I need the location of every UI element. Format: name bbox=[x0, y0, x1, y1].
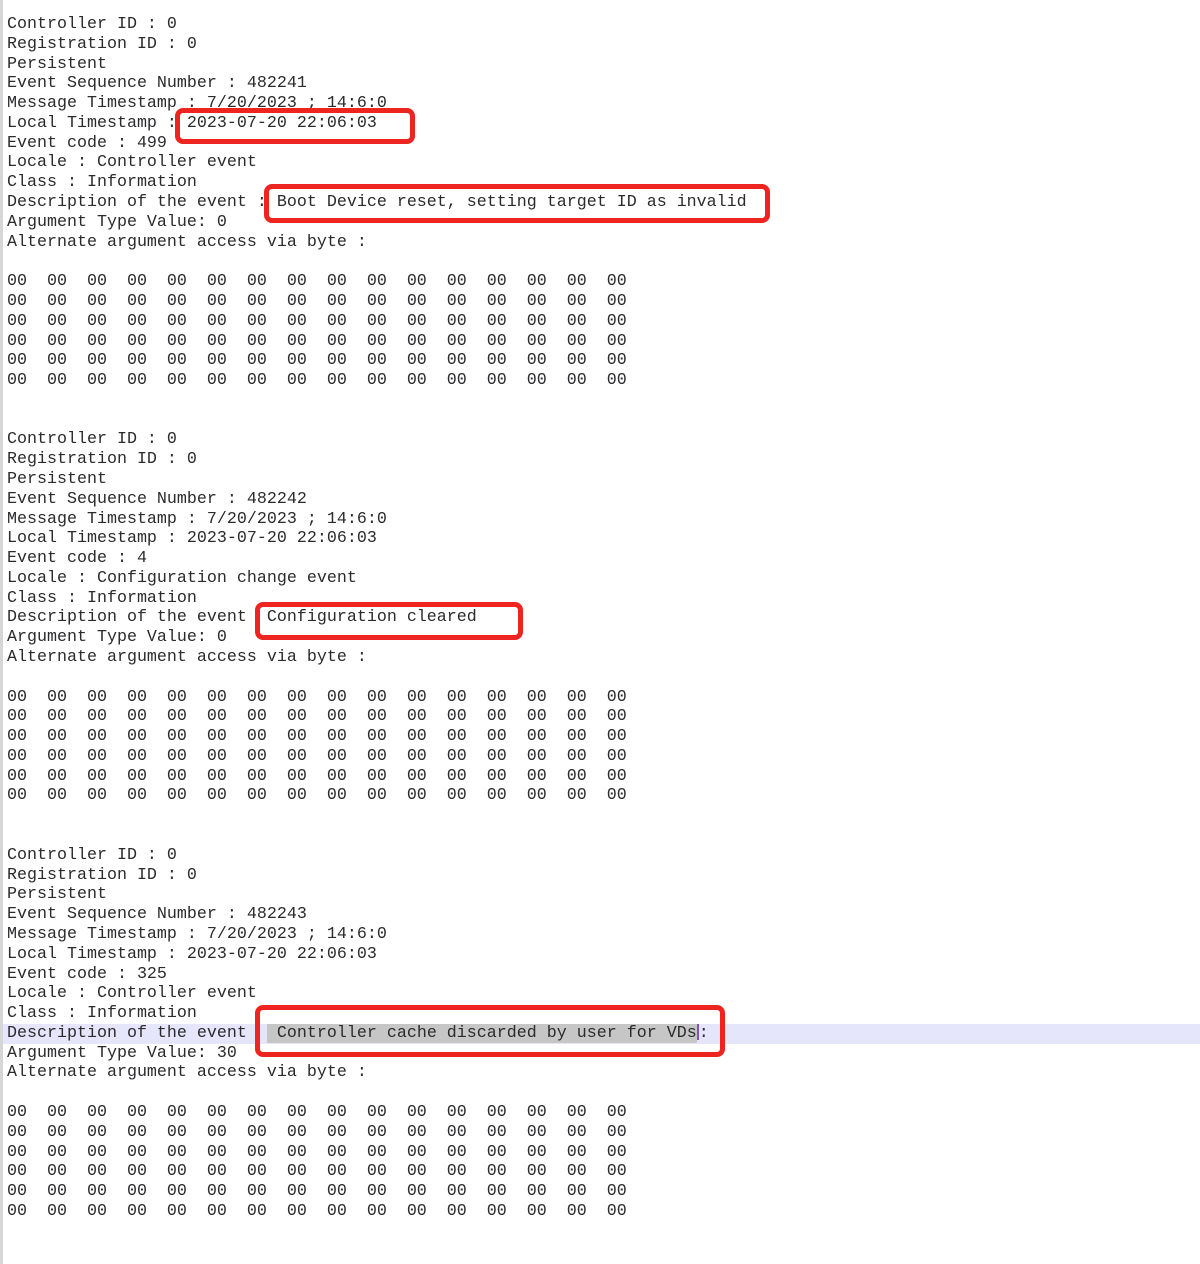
hex-row: 00 00 00 00 00 00 00 00 00 00 00 00 00 0… bbox=[0, 1103, 1200, 1123]
log-line: Message Timestamp : 7/20/2023 ; 14:6:0 bbox=[0, 94, 1200, 114]
log-line: Argument Type Value: 0 bbox=[0, 628, 1200, 648]
log-line: Registration ID : 0 bbox=[0, 450, 1200, 470]
blank-line bbox=[0, 668, 1200, 688]
log-line: Persistent bbox=[0, 55, 1200, 75]
hex-row: 00 00 00 00 00 00 00 00 00 00 00 00 00 0… bbox=[0, 1143, 1200, 1163]
log-line: Locale : Configuration change event bbox=[0, 569, 1200, 589]
log-line: Registration ID : 0 bbox=[0, 35, 1200, 55]
log-line: Controller ID : 0 bbox=[0, 846, 1200, 866]
hex-row: 00 00 00 00 00 00 00 00 00 00 00 00 00 0… bbox=[0, 1123, 1200, 1143]
event-log-text[interactable]: Controller ID : 0Registration ID : 0Pers… bbox=[0, 15, 1200, 1261]
log-line: Controller ID : 0 bbox=[0, 15, 1200, 35]
blank-line bbox=[0, 391, 1200, 411]
log-line: Alternate argument access via byte : bbox=[0, 233, 1200, 253]
hex-row: 00 00 00 00 00 00 00 00 00 00 00 00 00 0… bbox=[0, 351, 1200, 371]
log-line: Persistent bbox=[0, 885, 1200, 905]
hex-row: 00 00 00 00 00 00 00 00 00 00 00 00 00 0… bbox=[0, 272, 1200, 292]
log-line: Event Sequence Number : 482242 bbox=[0, 490, 1200, 510]
log-line: Event code : 325 bbox=[0, 965, 1200, 985]
event-log-page: Controller ID : 0Registration ID : 0Pers… bbox=[0, 0, 1200, 1264]
log-line: Controller ID : 0 bbox=[0, 430, 1200, 450]
log-line: Alternate argument access via byte : bbox=[0, 1063, 1200, 1083]
description-selected-line: Description of the event Controller cach… bbox=[0, 1024, 1200, 1044]
log-line: Event code : 4 bbox=[0, 549, 1200, 569]
blank-line bbox=[0, 1222, 1200, 1242]
blank-line bbox=[0, 1083, 1200, 1103]
blank-line bbox=[0, 1241, 1200, 1261]
window-left-edge bbox=[0, 0, 3, 1264]
log-line-text: : bbox=[699, 1024, 709, 1043]
hex-row: 00 00 00 00 00 00 00 00 00 00 00 00 00 0… bbox=[0, 292, 1200, 312]
hex-row: 00 00 00 00 00 00 00 00 00 00 00 00 00 0… bbox=[0, 688, 1200, 708]
hex-row: 00 00 00 00 00 00 00 00 00 00 00 00 00 0… bbox=[0, 786, 1200, 806]
hex-row: 00 00 00 00 00 00 00 00 00 00 00 00 00 0… bbox=[0, 312, 1200, 332]
hex-row: 00 00 00 00 00 00 00 00 00 00 00 00 00 0… bbox=[0, 707, 1200, 727]
log-line: Locale : Controller event bbox=[0, 153, 1200, 173]
log-line: Class : Information bbox=[0, 173, 1200, 193]
log-line: Local Timestamp : 2023-07-20 22:06:03 bbox=[0, 529, 1200, 549]
log-line: Event code : 499 bbox=[0, 134, 1200, 154]
blank-line bbox=[0, 826, 1200, 846]
log-line: Locale : Controller event bbox=[0, 984, 1200, 1004]
log-line: Local Timestamp : 2023-07-20 22:06:03 bbox=[0, 114, 1200, 134]
log-line: Description of the event Configuration c… bbox=[0, 608, 1200, 628]
hex-row: 00 00 00 00 00 00 00 00 00 00 00 00 00 0… bbox=[0, 332, 1200, 352]
blank-line bbox=[0, 411, 1200, 431]
log-line: Local Timestamp : 2023-07-20 22:06:03 bbox=[0, 945, 1200, 965]
blank-line bbox=[0, 806, 1200, 826]
hex-row: 00 00 00 00 00 00 00 00 00 00 00 00 00 0… bbox=[0, 1202, 1200, 1222]
log-line: Registration ID : 0 bbox=[0, 866, 1200, 886]
selected-text: Controller cache discarded by user for V… bbox=[267, 1024, 697, 1043]
hex-row: 00 00 00 00 00 00 00 00 00 00 00 00 00 0… bbox=[0, 767, 1200, 787]
blank-line bbox=[0, 252, 1200, 272]
log-line: Event Sequence Number : 482241 bbox=[0, 74, 1200, 94]
log-line: Event Sequence Number : 482243 bbox=[0, 905, 1200, 925]
log-line: Argument Type Value: 0 bbox=[0, 213, 1200, 233]
log-line: Class : Information bbox=[0, 1004, 1200, 1024]
log-line: Alternate argument access via byte : bbox=[0, 648, 1200, 668]
log-line-text: Description of the event bbox=[7, 1024, 267, 1043]
log-line: Message Timestamp : 7/20/2023 ; 14:6:0 bbox=[0, 510, 1200, 530]
hex-row: 00 00 00 00 00 00 00 00 00 00 00 00 00 0… bbox=[0, 1162, 1200, 1182]
hex-row: 00 00 00 00 00 00 00 00 00 00 00 00 00 0… bbox=[0, 747, 1200, 767]
hex-row: 00 00 00 00 00 00 00 00 00 00 00 00 00 0… bbox=[0, 371, 1200, 391]
log-line: Persistent bbox=[0, 470, 1200, 490]
hex-row: 00 00 00 00 00 00 00 00 00 00 00 00 00 0… bbox=[0, 727, 1200, 747]
log-line: Message Timestamp : 7/20/2023 ; 14:6:0 bbox=[0, 925, 1200, 945]
hex-row: 00 00 00 00 00 00 00 00 00 00 00 00 00 0… bbox=[0, 1182, 1200, 1202]
log-line: Description of the event : Boot Device r… bbox=[0, 193, 1200, 213]
log-line: Class : Information bbox=[0, 589, 1200, 609]
log-line: Argument Type Value: 30 bbox=[0, 1044, 1200, 1064]
